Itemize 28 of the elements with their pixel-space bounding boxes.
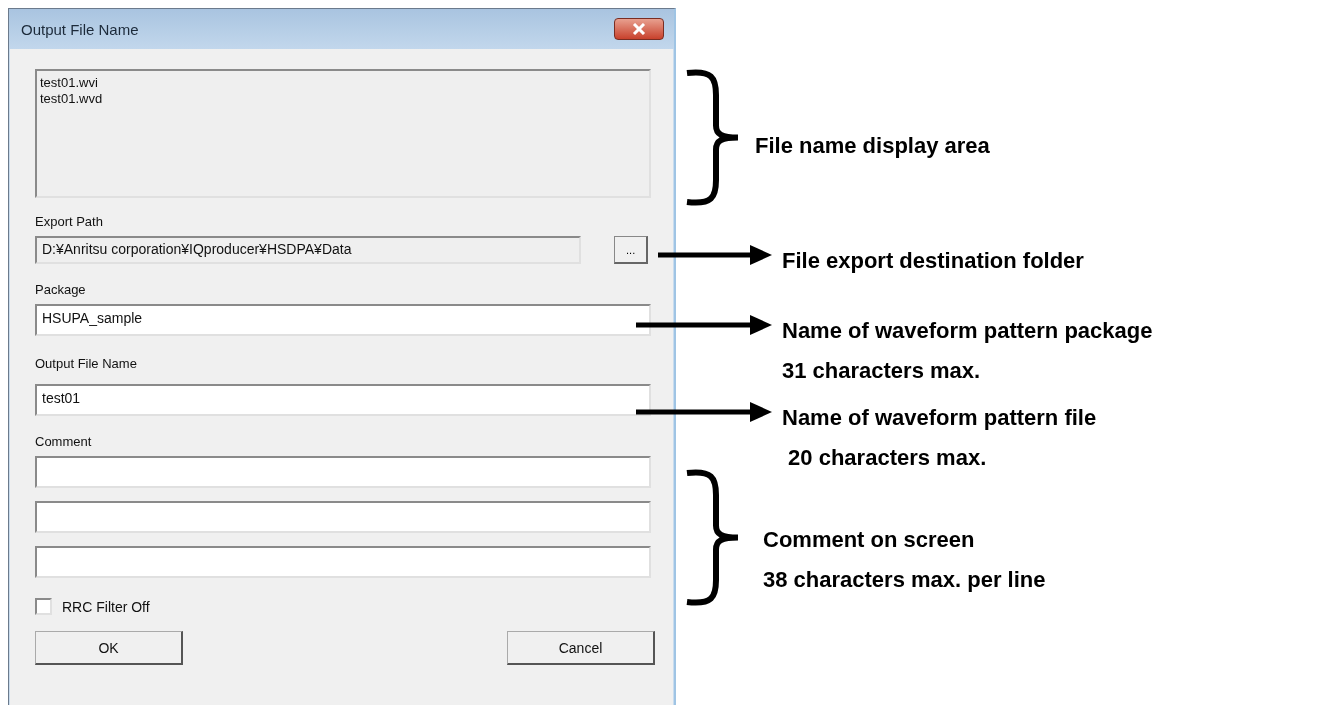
close-button[interactable] (614, 18, 664, 40)
file-name: test01.wvd (40, 91, 104, 107)
annotation-text: File export destination folder (782, 247, 1084, 275)
annotation-text: 31 characters max. (782, 357, 981, 385)
annotation-text: Name of waveform pattern package (782, 317, 1153, 345)
annotation-text: Name of waveform pattern file (782, 404, 1097, 432)
field-label: Export Path (35, 214, 104, 230)
annotation-text: 20 characters max. (787, 444, 987, 472)
close-icon (632, 23, 646, 35)
file-name: test01.wvi (40, 75, 99, 91)
comment-field[interactable] (35, 456, 651, 488)
field-label: Comment (35, 434, 93, 450)
dialog-button[interactable]: OK (35, 631, 183, 665)
package-field[interactable]: HSUPA_sample (35, 304, 651, 336)
checkbox[interactable] (35, 598, 52, 615)
annotation-text: File name display area (755, 132, 990, 160)
comment-field[interactable] (35, 501, 651, 533)
comment-field[interactable] (35, 546, 651, 578)
annotation-text: 38 characters max. per line (763, 566, 1046, 594)
output-file-name-field[interactable]: test01 (35, 384, 651, 416)
window-title: Output File Name (21, 20, 139, 38)
checkbox-label[interactable]: RRC Filter Off (62, 598, 150, 615)
field-label: Package (35, 282, 87, 298)
field-label: Output File Name (35, 356, 138, 372)
export-path-field[interactable]: D:¥Anritsu corporation¥IQproducer¥HSDPA¥Data (35, 236, 582, 264)
browse-button[interactable]: ... (614, 236, 648, 264)
dialog-button[interactable]: Cancel (507, 631, 655, 665)
annotation-text: Comment on screen (763, 526, 975, 554)
